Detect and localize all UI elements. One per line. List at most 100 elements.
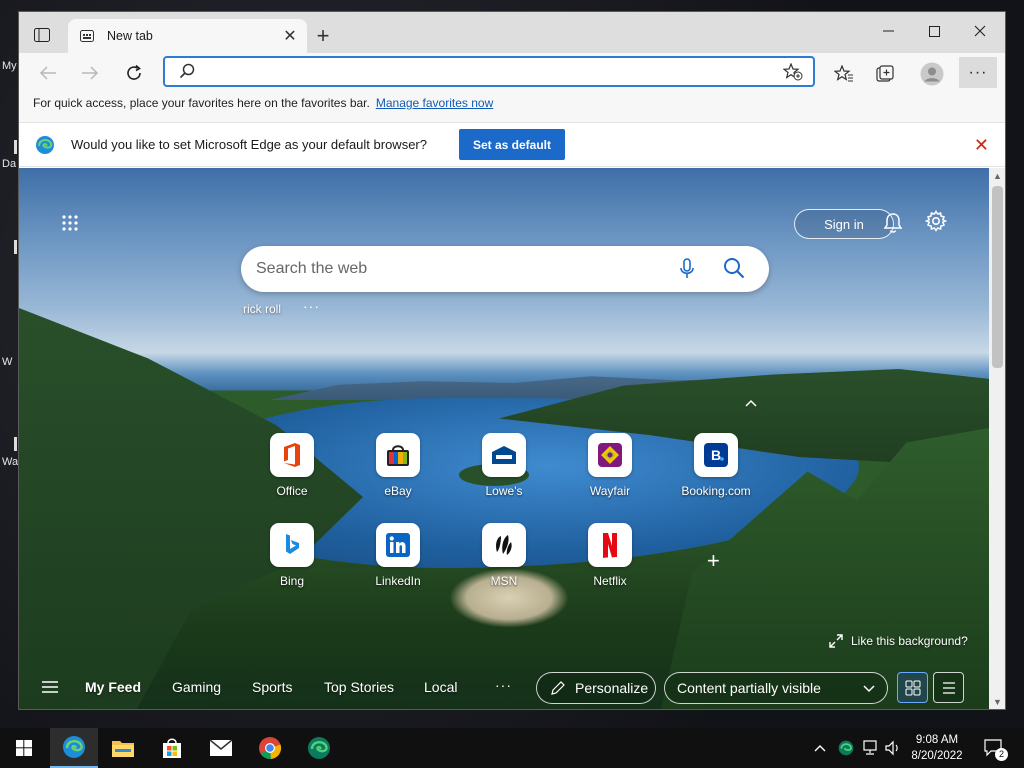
personalize-button[interactable]: Personalize (536, 672, 656, 704)
app-launcher-icon[interactable] (61, 214, 81, 234)
collapse-chevron-icon[interactable] (745, 394, 757, 410)
clock-date: 8/20/2022 (911, 750, 963, 762)
desktop-icon-marker[interactable] (14, 240, 17, 254)
quick-link-booking[interactable]: B Booking.com (681, 433, 751, 498)
add-favorite-icon[interactable] (782, 62, 803, 86)
scroll-up-arrow-icon[interactable]: ▲ (993, 172, 1002, 181)
collections-icon[interactable] (871, 59, 901, 89)
ebay-icon (376, 433, 420, 477)
tab-title: New tab (107, 29, 153, 43)
add-quick-link-icon[interactable]: + (707, 548, 720, 574)
forward-button[interactable] (75, 58, 105, 88)
action-center-button[interactable]: 2 (984, 728, 1008, 768)
clock-time: 9:08 AM (915, 734, 959, 746)
search-submit-icon[interactable] (723, 257, 745, 284)
mail-icon (209, 739, 233, 756)
quick-link-label: eBay (384, 484, 412, 498)
show-hidden-icons-button[interactable] (814, 728, 826, 768)
page-scrollbar[interactable]: ▲ ▼ (989, 168, 1005, 709)
recent-search-chip[interactable]: rick roll (243, 302, 281, 316)
new-tab-button[interactable]: + (311, 23, 335, 48)
volume-icon[interactable] (884, 728, 902, 768)
microphone-icon[interactable] (679, 258, 695, 285)
quick-link-ebay[interactable]: eBay (363, 433, 433, 498)
taskbar-edge-dev[interactable] (295, 728, 343, 768)
infobar-message: Would you like to set Microsoft Edge as … (71, 137, 427, 152)
quick-link-wayfair[interactable]: Wayfair (575, 433, 645, 498)
desktop-icon-label[interactable]: W (2, 356, 12, 368)
list-view-button[interactable] (933, 672, 964, 703)
tab-new-tab[interactable]: New tab ✕ (68, 19, 307, 53)
desktop-icon-label[interactable]: Wa (2, 456, 18, 468)
quick-link-label: Office (276, 484, 308, 498)
quick-link-label: Booking.com (681, 484, 751, 498)
web-search-box[interactable] (241, 246, 769, 292)
feed-more-icon[interactable]: ··· (495, 677, 512, 693)
pencil-icon (551, 681, 565, 695)
grid-view-button[interactable] (897, 672, 928, 703)
desktop-icon-marker[interactable] (14, 437, 17, 451)
default-browser-infobar: Would you like to set Microsoft Edge as … (19, 122, 1005, 167)
favorites-icon[interactable] (829, 59, 859, 89)
taskbar-store[interactable] (148, 728, 196, 768)
infobar-close-icon[interactable]: ✕ (974, 136, 989, 154)
taskbar-edge[interactable] (50, 728, 98, 768)
tab-gaming[interactable]: Gaming (172, 679, 221, 695)
tab-local[interactable]: Local (424, 679, 457, 695)
minimize-button[interactable] (865, 12, 911, 50)
linkedin-icon (376, 523, 420, 567)
content-visibility-value: Content partially visible (677, 680, 821, 696)
favorites-bar-message: For quick access, place your favorites h… (33, 96, 370, 110)
lowes-icon (482, 433, 526, 477)
tray-edge[interactable] (838, 728, 854, 768)
profile-avatar[interactable] (917, 59, 947, 89)
settings-and-more-button[interactable]: ··· (959, 57, 997, 88)
notification-count-badge: 2 (995, 748, 1008, 761)
network-icon[interactable] (862, 728, 880, 768)
tab-actions-icon[interactable] (29, 22, 55, 48)
quick-link-bing[interactable]: Bing (257, 523, 327, 588)
tab-top-stories[interactable]: Top Stories (324, 679, 394, 695)
sign-in-button[interactable]: Sign in (794, 209, 894, 239)
taskbar-file-explorer[interactable] (99, 728, 147, 768)
quick-link-office[interactable]: Office (257, 433, 327, 498)
like-background-text: Like this background? (851, 634, 968, 648)
scroll-down-arrow-icon[interactable]: ▼ (993, 698, 1002, 707)
scrollbar-thumb[interactable] (992, 186, 1003, 368)
svg-text:B: B (711, 447, 721, 463)
content-visibility-dropdown[interactable]: Content partially visible (664, 672, 888, 704)
tab-my-feed[interactable]: My Feed (85, 679, 141, 695)
set-as-default-button[interactable]: Set as default (459, 129, 565, 160)
back-button[interactable] (33, 58, 63, 88)
quick-link-linkedin[interactable]: LinkedIn (363, 523, 433, 588)
desktop-icon-marker[interactable] (14, 140, 17, 154)
desktop-icon-label[interactable]: Da (2, 158, 16, 170)
menu-hamburger-icon[interactable] (41, 680, 59, 699)
quick-link-label: LinkedIn (375, 574, 421, 588)
edge-icon (63, 736, 85, 758)
taskbar-mail[interactable] (197, 728, 245, 768)
refresh-button[interactable] (119, 58, 149, 88)
like-background-link[interactable]: Like this background? (829, 634, 968, 648)
web-search-input[interactable] (256, 258, 656, 280)
close-window-button[interactable] (957, 12, 1003, 50)
quick-link-lowes[interactable]: Lowe's (469, 433, 539, 498)
taskbar-chrome[interactable] (246, 728, 294, 768)
manage-favorites-link[interactable]: Manage favorites now (376, 96, 493, 110)
tab-sports[interactable]: Sports (252, 679, 292, 695)
bing-icon (270, 523, 314, 567)
start-button[interactable] (0, 728, 48, 768)
notifications-bell-icon[interactable] (883, 212, 903, 239)
desktop-icon-label[interactable]: My (2, 60, 17, 72)
system-clock[interactable]: 9:08 AM 8/20/2022 (906, 732, 968, 764)
quick-link-netflix[interactable]: Netflix (575, 523, 645, 588)
recent-searches-more-icon[interactable]: ··· (303, 298, 320, 314)
expand-icon (829, 634, 843, 648)
maximize-button[interactable] (911, 12, 957, 50)
address-bar[interactable] (163, 56, 815, 87)
tab-close-icon[interactable]: ✕ (279, 25, 301, 47)
page-settings-gear-icon[interactable] (924, 210, 948, 237)
quick-link-msn[interactable]: MSN (469, 523, 539, 588)
address-input[interactable] (203, 62, 763, 82)
chevron-down-icon (863, 685, 875, 693)
